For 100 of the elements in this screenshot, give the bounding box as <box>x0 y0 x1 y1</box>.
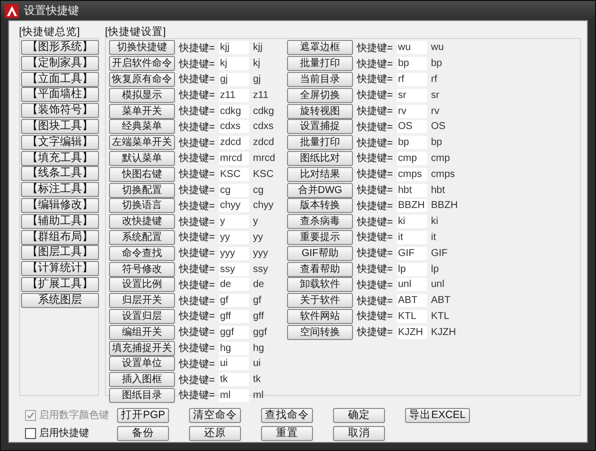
category-button[interactable]: 【线条工具】 <box>21 166 99 182</box>
category-button[interactable]: 【计算统计】 <box>21 261 99 276</box>
shortcut-input[interactable]: rf <box>397 72 427 86</box>
action-button[interactable]: 打开PGP <box>117 408 170 422</box>
command-button[interactable]: 设置捕捉 <box>287 119 353 134</box>
category-button[interactable]: 【定制家具】 <box>21 56 99 71</box>
shortcut-input[interactable]: bp <box>397 57 427 70</box>
shortcut-input[interactable]: ABT <box>397 294 427 308</box>
shortcut-input[interactable]: ml <box>219 388 249 402</box>
shortcut-input[interactable]: BBZH <box>397 199 427 212</box>
shortcut-input[interactable]: lp <box>397 262 427 276</box>
category-button[interactable]: 【图形系统】 <box>21 40 99 55</box>
shortcut-input[interactable]: gf <box>219 294 249 308</box>
shortcut-input[interactable]: zdcd <box>219 136 249 150</box>
command-button[interactable]: 设置归层 <box>109 308 175 324</box>
shortcut-input[interactable]: wu <box>397 41 427 54</box>
shortcut-input[interactable]: de <box>219 278 249 292</box>
shortcut-input[interactable]: ui <box>219 357 249 370</box>
shortcut-input[interactable]: bp <box>397 136 427 150</box>
command-button[interactable]: 卸载软件 <box>287 277 353 292</box>
command-button[interactable]: 遮罩边框 <box>287 40 353 56</box>
category-button[interactable]: 【填充工具】 <box>21 150 99 166</box>
command-button[interactable]: 图纸比对 <box>287 150 353 166</box>
action-button[interactable]: 确定 <box>333 408 386 422</box>
shortcut-input[interactable]: mrcd <box>219 152 249 165</box>
action-button[interactable]: 清空命令 <box>189 408 242 422</box>
shortcut-input[interactable]: KJZH <box>397 326 427 339</box>
shortcut-input[interactable]: cmp <box>397 152 427 165</box>
category-button[interactable]: 【文字编辑】 <box>21 134 99 150</box>
command-button[interactable]: 插入图框 <box>109 372 175 388</box>
command-button[interactable]: 模拟显示 <box>109 88 175 103</box>
shortcut-input[interactable]: it <box>397 230 427 244</box>
command-button[interactable]: 查看帮助 <box>287 262 353 277</box>
command-button[interactable]: 编组开关 <box>109 324 175 340</box>
category-button[interactable]: 【装饰符号】 <box>21 103 99 118</box>
shortcut-input[interactable]: chyy <box>219 199 249 212</box>
command-button[interactable]: 空间转换 <box>287 324 353 340</box>
command-button[interactable]: 经典菜单 <box>109 119 175 134</box>
command-button[interactable]: 归层开关 <box>109 293 175 308</box>
category-button[interactable]: 【辅助工具】 <box>21 214 99 229</box>
command-button[interactable]: 开启软件命令 <box>109 56 175 72</box>
shortcut-input[interactable]: sr <box>397 88 427 102</box>
action-button[interactable]: 重置 <box>261 426 313 440</box>
command-button[interactable]: 软件网站 <box>287 308 353 324</box>
shortcut-input[interactable]: hbt <box>397 184 427 197</box>
command-button[interactable]: 关于软件 <box>287 293 353 308</box>
action-button[interactable]: 备份 <box>117 426 169 440</box>
command-button[interactable]: 切换快捷键 <box>109 40 175 56</box>
command-button[interactable]: 快图右键 <box>109 166 175 182</box>
command-button[interactable]: 旋转视图 <box>287 104 353 119</box>
shortcut-input[interactable]: yy <box>219 230 249 244</box>
command-button[interactable]: 命令查找 <box>109 246 175 261</box>
command-button[interactable]: 菜单开关 <box>109 104 175 119</box>
command-button[interactable]: 默认菜单 <box>109 150 175 166</box>
category-button[interactable]: 【平面墙柱】 <box>21 87 99 102</box>
shortcut-input[interactable]: cg <box>219 184 249 197</box>
shortcut-input[interactable]: tk <box>219 373 249 386</box>
command-button[interactable]: 符号修改 <box>109 262 175 277</box>
shortcut-input[interactable]: cdkg <box>219 104 249 118</box>
shortcut-input[interactable]: cdxs <box>219 120 249 134</box>
category-button[interactable]: 【编辑修改】 <box>21 198 99 213</box>
category-button[interactable]: 【扩展工具】 <box>21 276 99 292</box>
command-button[interactable]: 当前目录 <box>287 72 353 87</box>
command-button[interactable]: 批量打印 <box>287 56 353 72</box>
command-button[interactable]: 设置单位 <box>109 356 175 372</box>
action-button[interactable]: 查找命令 <box>261 408 314 422</box>
command-button[interactable]: 批量打印 <box>287 135 353 150</box>
command-button[interactable]: 系统配置 <box>109 230 175 245</box>
shortcut-input[interactable]: y <box>219 215 249 228</box>
shortcut-input[interactable]: hg <box>219 342 249 355</box>
shortcut-input[interactable]: KSC <box>219 168 249 181</box>
shortcut-input[interactable]: z11 <box>219 88 249 102</box>
category-button[interactable]: 系统图层 <box>21 292 99 308</box>
shortcut-input[interactable]: kjj <box>219 41 249 54</box>
command-button[interactable]: 比对结果 <box>287 166 353 182</box>
command-button[interactable]: 恢复原有命令 <box>109 72 175 87</box>
shortcut-input[interactable]: GIF <box>397 246 427 260</box>
shortcut-input[interactable]: cmps <box>397 168 427 181</box>
command-button[interactable]: GIF帮助 <box>287 246 353 261</box>
shortcut-input[interactable]: gff <box>219 310 249 323</box>
category-button[interactable]: 【标注工具】 <box>21 182 99 198</box>
shortcut-input[interactable]: ssy <box>219 262 249 276</box>
action-button[interactable]: 导出EXCEL <box>405 408 470 422</box>
command-button[interactable]: 版本转换 <box>287 198 353 214</box>
command-button[interactable]: 左端菜单开关 <box>109 135 175 150</box>
shortcut-input[interactable]: OS <box>397 120 427 134</box>
category-button[interactable]: 【图块工具】 <box>21 118 99 134</box>
action-button[interactable]: 取消 <box>333 426 385 440</box>
category-button[interactable]: 【立面工具】 <box>21 72 99 87</box>
command-button[interactable]: 重要提示 <box>287 230 353 245</box>
shortcut-input[interactable]: ggf <box>219 326 249 339</box>
command-button[interactable]: 合并DWG <box>287 182 353 198</box>
checkbox[interactable] <box>25 428 36 438</box>
shortcut-input[interactable]: ki <box>397 215 427 228</box>
shortcut-input[interactable]: KTL <box>397 310 427 323</box>
command-button[interactable]: 设置比例 <box>109 277 175 292</box>
command-button[interactable]: 图纸目录 <box>109 388 175 403</box>
command-button[interactable]: 改快捷键 <box>109 214 175 230</box>
command-button[interactable]: 全屏切换 <box>287 88 353 103</box>
category-button[interactable]: 【图层工具】 <box>21 245 99 260</box>
